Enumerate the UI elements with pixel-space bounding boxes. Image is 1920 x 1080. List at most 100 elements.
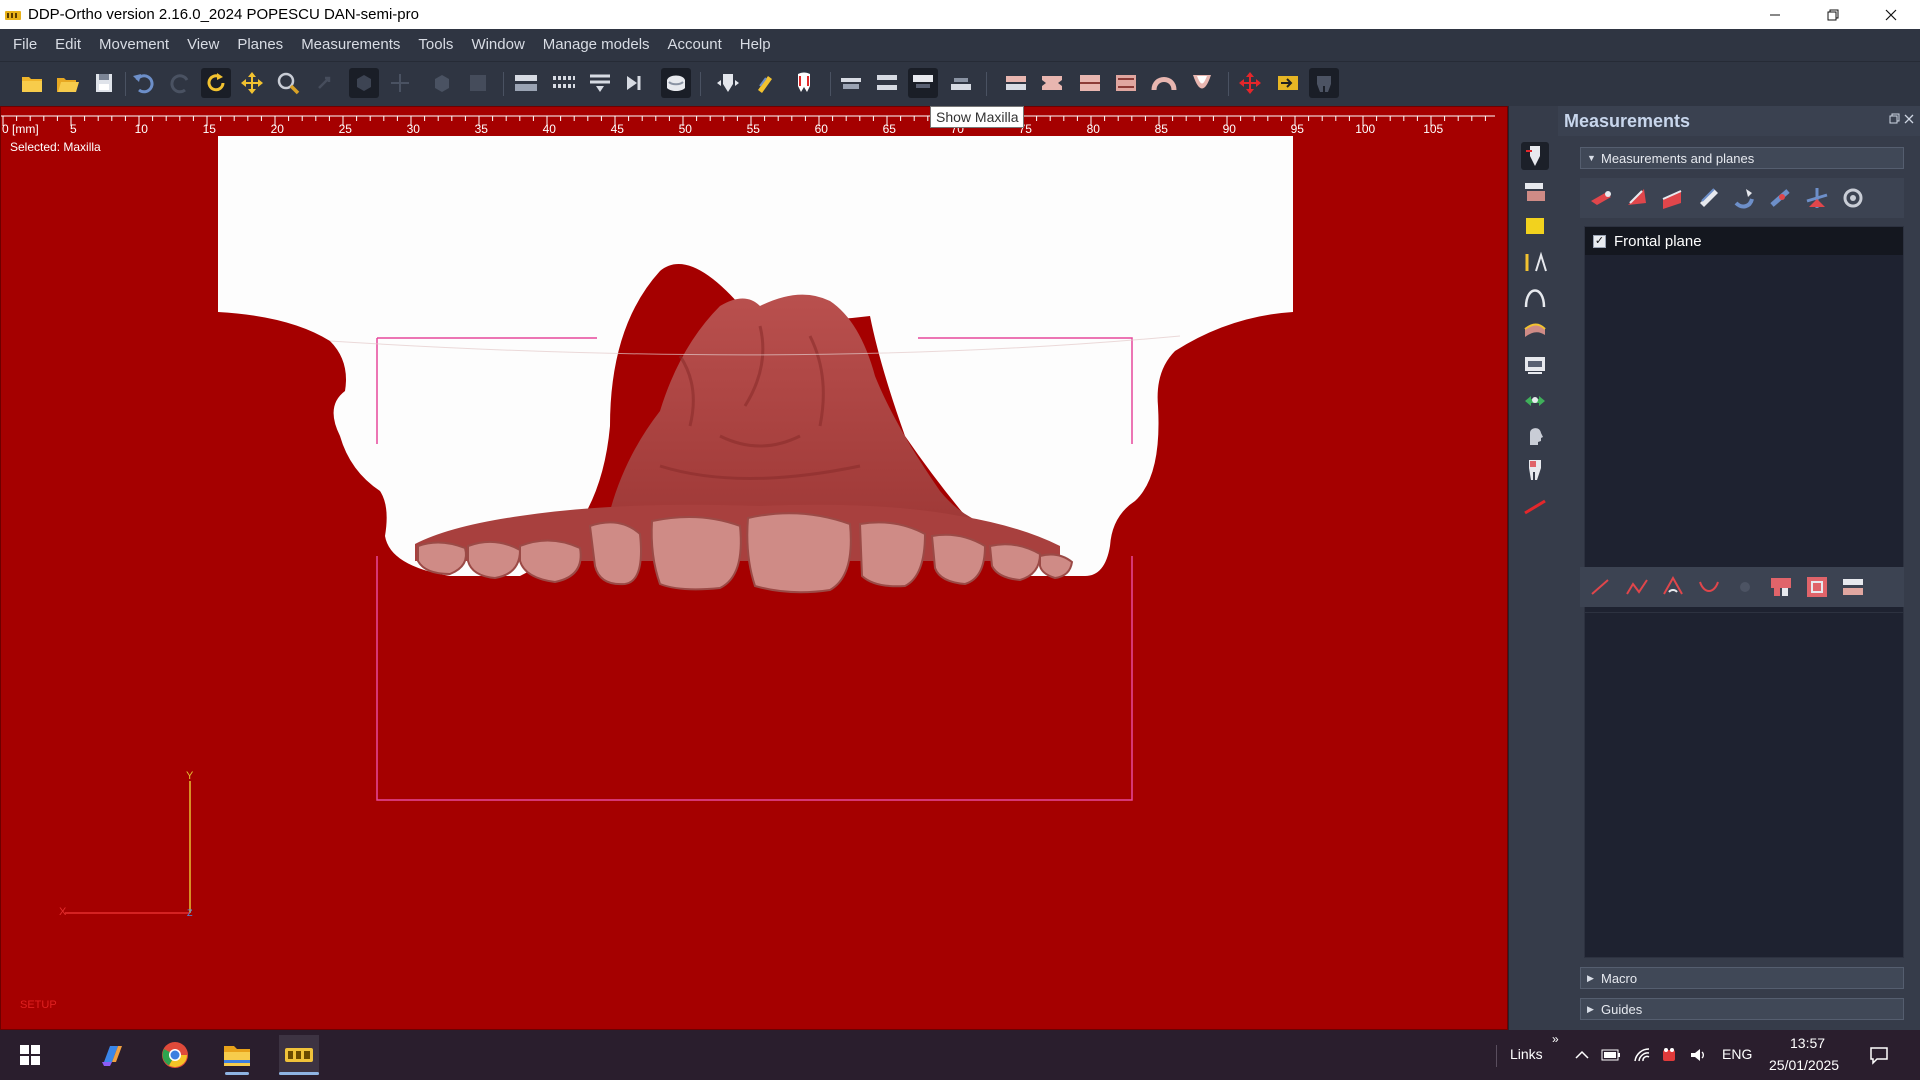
side-tool-face[interactable]	[1521, 422, 1549, 450]
open-project-button[interactable]	[53, 68, 83, 98]
tooth-move-button[interactable]	[713, 68, 743, 98]
plane-tool-3[interactable]	[1658, 184, 1688, 212]
float-panel-icon[interactable]	[1889, 113, 1900, 127]
menu-window[interactable]: Window	[462, 29, 533, 61]
tool-disabled-2[interactable]	[385, 68, 415, 98]
restore-button[interactable]	[1804, 0, 1862, 29]
vpn-icon[interactable]	[1659, 1045, 1679, 1065]
side-tool-xray[interactable]	[1521, 352, 1549, 380]
occlusal-view-2-button[interactable]	[1037, 68, 1067, 98]
clock-date[interactable]: 25/01/2025	[1769, 1057, 1839, 1073]
tray-expand-icon[interactable]	[1572, 1045, 1592, 1065]
arch-view-button[interactable]	[1149, 68, 1179, 98]
redo-button[interactable]	[165, 68, 195, 98]
language-indicator[interactable]: ENG	[1722, 1046, 1752, 1062]
start-button[interactable]	[10, 1035, 50, 1075]
side-tool-models[interactable]	[1521, 178, 1549, 206]
menu-help[interactable]: Help	[731, 29, 780, 61]
measure-tool-5[interactable]	[1730, 573, 1760, 601]
menu-edit[interactable]: Edit	[46, 29, 90, 61]
list-item-frontal-plane[interactable]: ✓ Frontal plane	[1585, 227, 1903, 255]
show-mandible-button[interactable]	[946, 68, 976, 98]
measure-tool-6[interactable]	[1766, 573, 1796, 601]
tool-disabled-3[interactable]	[427, 68, 457, 98]
teeth-down-button[interactable]	[585, 68, 615, 98]
menu-measurements[interactable]: Measurements	[292, 29, 409, 61]
menu-view[interactable]: View	[178, 29, 228, 61]
undo-button[interactable]	[129, 68, 159, 98]
side-tool-teeth-move[interactable]	[1521, 386, 1549, 414]
zoom-button[interactable]	[273, 68, 303, 98]
menu-account[interactable]: Account	[659, 29, 731, 61]
3d-viewport[interactable]: Y X Z 5 10 15 20 25 30 35 40 45 50 55 60 65 70 75 80 85 9…	[0, 106, 1508, 1030]
measure-tool-4[interactable]	[1694, 573, 1724, 601]
frontal-plane-checkbox[interactable]: ✓	[1593, 234, 1606, 248]
menu-file[interactable]: File	[4, 29, 46, 61]
menu-planes[interactable]: Planes	[228, 29, 292, 61]
show-jaw-1-button[interactable]	[836, 68, 866, 98]
occlusal-view-1-button[interactable]	[1001, 68, 1031, 98]
menu-tools[interactable]: Tools	[409, 29, 462, 61]
plane-tool-8[interactable]	[1838, 184, 1868, 212]
section-measurements-planes[interactable]: ▼ Measurements and planes	[1580, 147, 1904, 169]
clock-time[interactable]: 13:57	[1790, 1035, 1825, 1051]
side-tool-angle[interactable]	[1521, 248, 1549, 276]
notifications-icon[interactable]	[1868, 1044, 1890, 1066]
measure-tool-1[interactable]	[1586, 573, 1616, 601]
palate-view-button[interactable]	[1187, 68, 1217, 98]
teeth-row-button[interactable]	[549, 68, 579, 98]
file-explorer-button[interactable]	[217, 1035, 257, 1075]
plane-tool-4[interactable]	[1694, 184, 1724, 212]
section-macro[interactable]: ▶ Macro	[1580, 967, 1904, 989]
side-tool-measure[interactable]	[1521, 142, 1549, 170]
model-view-button[interactable]	[661, 68, 691, 98]
copilot-button[interactable]	[93, 1035, 133, 1075]
menu-manage-models[interactable]: Manage models	[534, 29, 659, 61]
links-toolbar[interactable]: Links	[1510, 1046, 1543, 1062]
tooth-red-button[interactable]	[789, 68, 819, 98]
occlusal-view-4-button[interactable]	[1111, 68, 1141, 98]
close-panel-icon[interactable]	[1904, 113, 1914, 127]
plane-tool-5[interactable]	[1730, 184, 1760, 212]
section-guides[interactable]: ▶ Guides	[1580, 998, 1904, 1020]
plane-tool-6[interactable]	[1766, 184, 1796, 212]
links-chevron[interactable]: »	[1552, 1032, 1559, 1046]
volume-icon[interactable]	[1688, 1045, 1708, 1065]
open-button[interactable]	[17, 68, 47, 98]
side-tool-arch[interactable]	[1521, 284, 1549, 312]
teeth-arrow-button[interactable]	[621, 68, 651, 98]
side-tool-band[interactable]	[1521, 318, 1549, 346]
side-tool-root[interactable]	[1521, 456, 1549, 484]
arrange-teeth-button[interactable]	[511, 68, 541, 98]
tool-disabled-1[interactable]	[309, 68, 339, 98]
ddp-ortho-task-button[interactable]	[279, 1035, 319, 1075]
close-button[interactable]	[1862, 0, 1920, 29]
tool-disabled-5[interactable]	[1309, 68, 1339, 98]
battery-icon[interactable]	[1601, 1045, 1621, 1065]
center-button[interactable]	[1235, 68, 1265, 98]
occlusal-view-3-button[interactable]	[1075, 68, 1105, 98]
side-tool-notes[interactable]	[1521, 212, 1549, 240]
show-jaw-2-button[interactable]	[872, 68, 902, 98]
menu-movement[interactable]: Movement	[90, 29, 178, 61]
tool-disabled-4[interactable]	[463, 68, 493, 98]
align-button[interactable]	[1273, 68, 1303, 98]
pan-button[interactable]	[237, 68, 267, 98]
maxilla-model[interactable]: Y X Z	[0, 106, 1508, 1030]
show-maxilla-button[interactable]	[908, 68, 938, 98]
measure-tool-7[interactable]	[1802, 573, 1832, 601]
plane-tool-7[interactable]	[1802, 184, 1832, 212]
tooth-color-button[interactable]	[751, 68, 781, 98]
plane-tool-2[interactable]	[1622, 184, 1652, 212]
wifi-icon[interactable]	[1632, 1045, 1652, 1065]
minimize-button[interactable]	[1746, 0, 1804, 29]
chrome-button[interactable]	[155, 1035, 195, 1075]
measure-tool-3[interactable]	[1658, 573, 1688, 601]
save-button[interactable]	[89, 68, 119, 98]
view-3d-button[interactable]	[349, 68, 379, 98]
plane-tool-1[interactable]	[1586, 184, 1616, 212]
measure-tool-8[interactable]	[1838, 573, 1868, 601]
measure-tool-2[interactable]	[1622, 573, 1652, 601]
side-tool-ruler[interactable]	[1521, 492, 1549, 520]
rotate-button[interactable]	[201, 68, 231, 98]
